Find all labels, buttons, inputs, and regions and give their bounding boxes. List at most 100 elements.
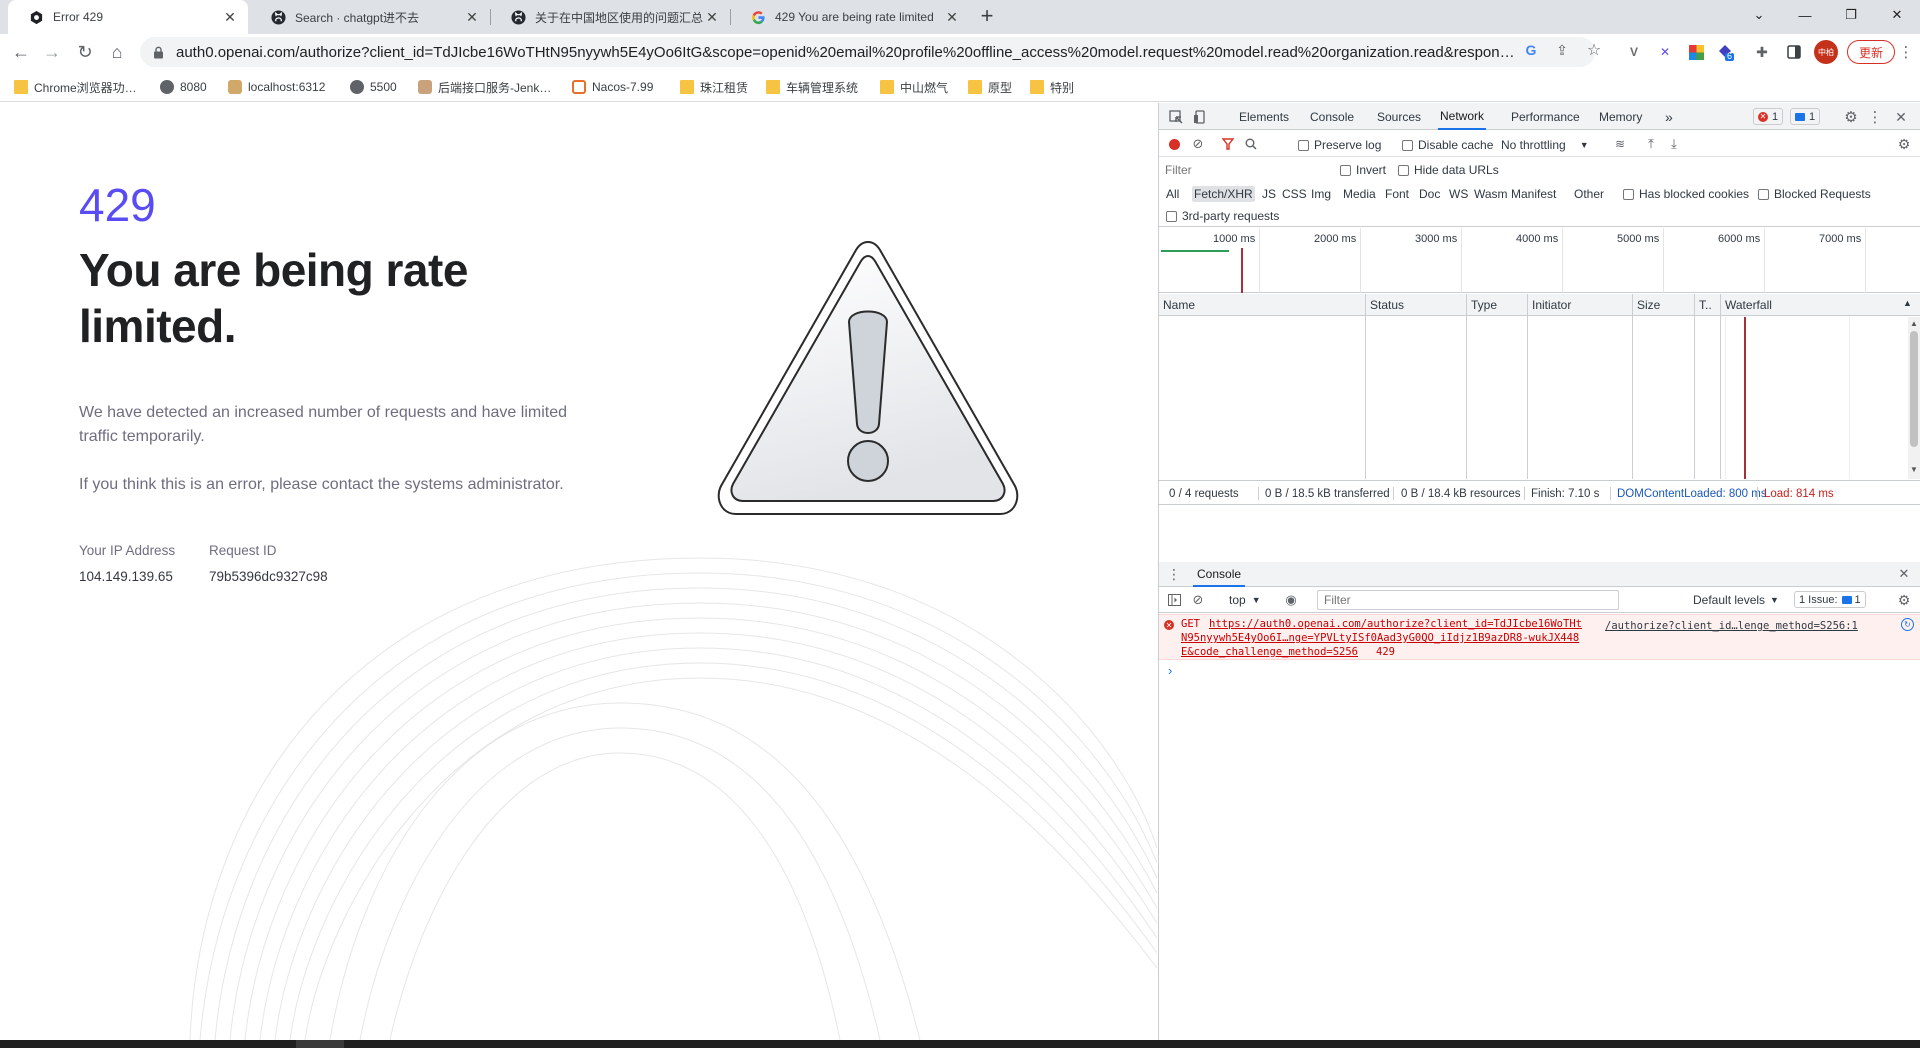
scrollbar[interactable]: ▲ ▼ (1908, 317, 1920, 479)
throttling-select[interactable]: No throttling ▼ (1501, 138, 1589, 152)
filter-doc[interactable]: Doc (1417, 186, 1442, 202)
bookmark-item[interactable]: 后端接口服务-Jenk… (418, 78, 551, 96)
side-panel-icon[interactable] (1785, 43, 1803, 61)
tab-memory[interactable]: Memory (1599, 103, 1642, 130)
bookmark-star-icon[interactable]: ☆ (1585, 41, 1603, 59)
tab-error-429[interactable]: Error 429 ✕ (8, 0, 248, 34)
close-window-button[interactable]: ✕ (1874, 0, 1920, 30)
close-tab-icon[interactable]: ✕ (464, 9, 480, 25)
back-button[interactable]: ← (7, 38, 35, 66)
hide-data-urls-checkbox[interactable]: Hide data URLs (1398, 163, 1499, 177)
devtools-menu-icon[interactable]: ⋮ (1866, 108, 1884, 126)
export-har-icon[interactable]: ⤓ (1665, 135, 1683, 153)
console-filter-input[interactable] (1317, 590, 1619, 610)
filter-all[interactable]: All (1164, 186, 1181, 202)
filter-font[interactable]: Font (1383, 186, 1411, 202)
console-sidebar-icon[interactable] (1165, 591, 1183, 609)
context-selector[interactable]: top ▼ (1229, 593, 1261, 607)
lock-icon[interactable] (150, 46, 166, 59)
column-time[interactable]: T.. (1695, 294, 1712, 316)
tab-performance[interactable]: Performance (1511, 103, 1580, 130)
log-levels-select[interactable]: Default levels ▼ (1693, 593, 1779, 607)
scroll-up-arrow[interactable]: ▲ (1910, 319, 1918, 328)
request-url-line-1[interactable]: https://auth0.openai.com/authorize?clien… (1209, 618, 1582, 630)
tab-github-issue[interactable]: 关于在中国地区使用的问题汇总 ✕ (490, 0, 730, 34)
live-expression-eye-icon[interactable]: ◉ (1282, 591, 1300, 609)
reload-button[interactable]: ↻ (71, 38, 99, 66)
bookmark-item[interactable]: 特别 (1030, 78, 1074, 96)
filter-img[interactable]: Img (1309, 186, 1333, 202)
third-party-checkbox[interactable]: 3rd-party requests (1166, 209, 1279, 223)
share-icon[interactable]: ⇪ (1553, 41, 1571, 59)
bookmark-item[interactable]: 车辆管理系统 (766, 78, 858, 96)
bookmark-item[interactable]: 中山燃气 (880, 78, 948, 96)
column-type[interactable]: Type (1467, 294, 1497, 316)
network-settings-icon[interactable]: ⚙ (1895, 135, 1913, 153)
color-picker-icon[interactable] (1687, 43, 1705, 61)
filter-css[interactable]: CSS (1280, 186, 1309, 202)
sort-ascending-icon[interactable]: ▲ (1903, 298, 1912, 308)
disable-cache-checkbox[interactable]: Disable cache (1402, 138, 1493, 152)
extensions-puzzle-icon[interactable]: ✚ (1753, 43, 1771, 61)
device-toolbar-icon[interactable] (1191, 108, 1209, 126)
record-icon[interactable] (1165, 135, 1183, 153)
google-translate-icon[interactable]: G (1522, 41, 1540, 59)
network-filter-input[interactable] (1163, 160, 1331, 180)
network-reveal-icon[interactable]: ↻ (1901, 618, 1914, 631)
issues-badge[interactable]: 1 Issue: 1 (1794, 591, 1866, 608)
more-tabs-button[interactable]: » (1665, 103, 1673, 130)
tab-github-search[interactable]: Search · chatgpt进不去 ✕ (250, 0, 490, 34)
bookmark-item[interactable]: localhost:6312 (228, 78, 325, 96)
taskbar-item[interactable] (296, 1040, 344, 1048)
close-tab-icon[interactable]: ✕ (222, 9, 238, 25)
address-bar[interactable]: auth0.openai.com/authorize?client_id=TdJ… (140, 37, 1595, 67)
scroll-down-arrow[interactable]: ▼ (1910, 465, 1918, 474)
tab-sources[interactable]: Sources (1377, 103, 1421, 130)
settings-gear-icon[interactable]: ⚙ (1842, 108, 1860, 126)
tab-search-button[interactable]: ⌄ (1736, 0, 1782, 30)
close-devtools-icon[interactable]: ✕ (1892, 108, 1910, 126)
source-link[interactable]: /authorize?client_id…lenge_method=S256:1 (1605, 620, 1858, 632)
message-count-badge[interactable]: 1 (1790, 108, 1821, 125)
column-waterfall[interactable]: Waterfall (1721, 294, 1772, 316)
filter-other[interactable]: Other (1572, 186, 1606, 202)
search-icon[interactable] (1242, 135, 1260, 153)
filter-media[interactable]: Media (1341, 186, 1378, 202)
invert-checkbox[interactable]: Invert (1340, 163, 1386, 177)
error-count-badge[interactable]: ✕ 1 (1753, 108, 1784, 125)
bookmark-item[interactable]: 5500 (350, 78, 397, 96)
filter-funnel-icon[interactable] (1219, 135, 1237, 153)
bookmark-item[interactable]: 8080 (160, 78, 207, 96)
new-tab-button[interactable]: + (975, 5, 999, 29)
bookmark-item[interactable]: 原型 (968, 78, 1012, 96)
filter-wasm[interactable]: Wasm (1472, 186, 1510, 202)
inspect-element-icon[interactable] (1167, 108, 1185, 126)
request-url-line-2[interactable]: N95nyywh5E4yOo6I…nge=YPVLtyISf0Aad3yG0QO… (1181, 632, 1579, 644)
console-error-message[interactable]: ✕ GET https://auth0.openai.com/authorize… (1159, 614, 1920, 660)
vue-devtools-icon[interactable]: V (1625, 43, 1643, 61)
close-tab-icon[interactable]: ✕ (944, 9, 960, 25)
maximize-button[interactable]: ❐ (1828, 0, 1874, 30)
console-settings-icon[interactable]: ⚙ (1895, 591, 1913, 609)
preserve-log-checkbox[interactable]: Preserve log (1298, 138, 1381, 152)
profile-avatar[interactable]: 中柏 (1814, 40, 1838, 64)
console-prompt[interactable]: › (1159, 663, 1920, 679)
filter-js[interactable]: JS (1260, 186, 1278, 202)
update-button[interactable]: 更新 (1847, 40, 1895, 64)
request-url-line-3[interactable]: E&code_challenge_method=S256 (1181, 646, 1358, 658)
extension-badge-icon[interactable]: 6 (1716, 43, 1734, 61)
url-text[interactable]: auth0.openai.com/authorize?client_id=TdJ… (176, 44, 1526, 61)
blocked-requests-checkbox[interactable]: Blocked Requests (1758, 187, 1871, 201)
tab-google-search[interactable]: 429 You are being rate limited ✕ (730, 0, 970, 34)
network-conditions-icon[interactable]: ≋ (1611, 135, 1629, 153)
column-status[interactable]: Status (1366, 294, 1404, 316)
close-tab-icon[interactable]: ✕ (704, 9, 720, 25)
has-blocked-cookies-checkbox[interactable]: Has blocked cookies (1623, 187, 1749, 201)
column-name[interactable]: Name (1159, 294, 1195, 316)
import-har-icon[interactable]: ⤒ (1642, 135, 1660, 153)
home-button[interactable]: ⌂ (103, 38, 131, 66)
bookmark-item[interactable]: Chrome浏览器功… (14, 78, 137, 96)
tab-network[interactable]: Network (1438, 103, 1487, 130)
clear-console-icon[interactable]: ⊘ (1189, 591, 1207, 609)
bookmark-item[interactable]: 珠江租赁 (680, 78, 748, 96)
